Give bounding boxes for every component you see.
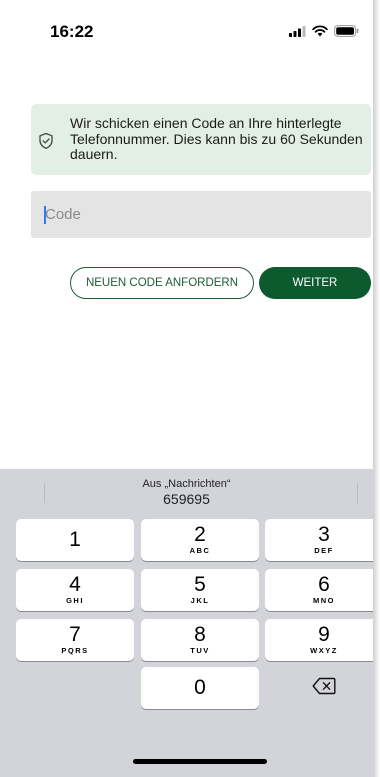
key-5[interactable]: 5 JKL <box>141 569 259 611</box>
key-1[interactable]: 1 <box>16 519 134 561</box>
key-0[interactable]: 0 <box>141 667 259 709</box>
key-4[interactable]: 4 GHI <box>16 569 134 611</box>
shield-check-icon <box>37 132 55 150</box>
text-caret <box>44 206 46 224</box>
delete-key[interactable] <box>265 667 373 709</box>
key-7[interactable]: 7 PQRS <box>16 619 134 661</box>
suggestion-source: Aus „Nachrichten“ <box>142 478 231 490</box>
otp-suggestion[interactable]: Aus „Nachrichten“ 659695 <box>0 478 373 507</box>
wifi-icon <box>312 24 328 42</box>
key-8[interactable]: 8 TUV <box>141 619 259 661</box>
battery-icon <box>334 24 359 42</box>
suggestion-code: 659695 <box>163 491 210 507</box>
suggestion-bar: Aus „Nachrichten“ 659695 <box>0 469 373 517</box>
key-6[interactable]: 6 MNO <box>265 569 373 611</box>
numeric-keyboard: Aus „Nachrichten“ 659695 1 2 ABC 3 DEF 4… <box>0 469 373 777</box>
cellular-signal-icon <box>289 24 306 42</box>
request-new-code-button[interactable]: NEUEN CODE ANFORDERN <box>70 267 254 299</box>
backspace-icon <box>312 677 336 700</box>
continue-button[interactable]: WEITER <box>259 267 371 299</box>
app-screen: 16:22 Wir schicken einen Code an Ihre hi… <box>0 0 373 777</box>
screen-edge <box>373 0 380 777</box>
key-2[interactable]: 2 ABC <box>141 519 259 561</box>
info-banner: Wir schicken einen Code an Ihre hinterle… <box>31 104 371 175</box>
home-indicator <box>133 759 267 764</box>
key-9[interactable]: 9 WXYZ <box>265 619 373 661</box>
status-bar: 16:22 <box>0 0 373 60</box>
status-time: 16:22 <box>50 22 94 41</box>
key-3[interactable]: 3 DEF <box>265 519 373 561</box>
status-icons <box>289 24 359 42</box>
info-message: Wir schicken einen Code an Ihre hinterle… <box>70 115 363 162</box>
code-input[interactable] <box>31 191 371 238</box>
